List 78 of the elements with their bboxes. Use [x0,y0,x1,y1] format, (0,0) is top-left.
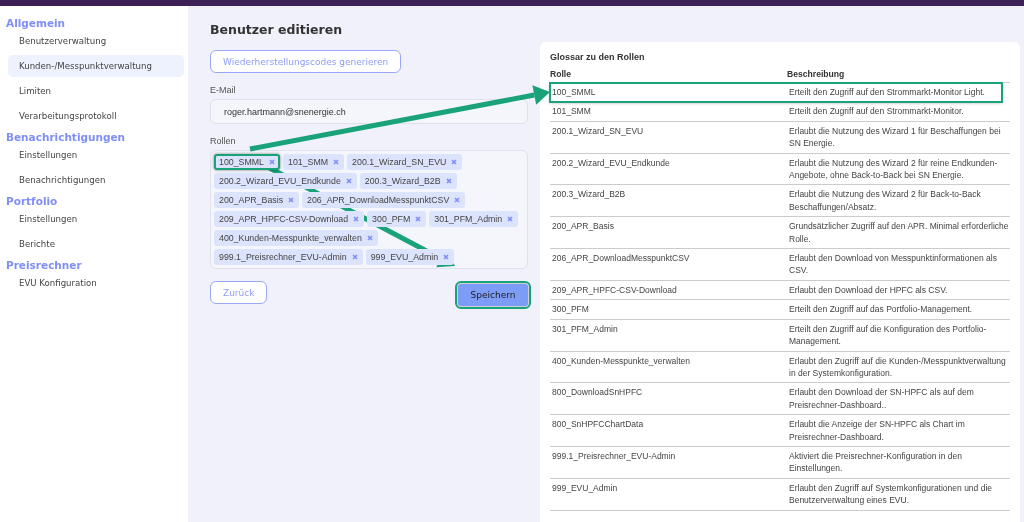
remove-icon[interactable] [345,178,352,184]
remove-icon[interactable] [445,178,452,184]
save-button[interactable]: Speichern [458,284,528,306]
remove-icon[interactable] [451,159,458,165]
sidebar-item[interactable]: Berichte [8,233,184,255]
description-cell-text: Erteilt den Zugriff auf den Strommarkt-Monitor. [788,105,965,119]
role-cell-text: 800_SnHPFCChartData [551,418,645,432]
sidebar-heading: Benachrichtigungen [6,130,127,144]
remove-icon[interactable] [454,197,461,203]
remove-icon[interactable] [415,216,422,222]
column-header: Beschreibung [787,69,1010,83]
role-label: 101_SMM [288,157,329,167]
page-title: Benutzer editieren [210,22,344,37]
role-cell-text: 200.3_Wizard_B2B [551,188,627,202]
role-cell-text: 206_APR_DownloadMesspunktCSV [551,252,691,266]
sidebar-item[interactable]: Kunden-/Messpunktverwaltung [8,55,184,77]
role-label: 200.1_Wizard_SN_EVU [352,157,447,167]
remove-icon[interactable] [288,197,295,203]
description-cell-text: Erlaubt den Download der SN-HPFC als auf dem Preisrechner-Dashboard.. [788,386,975,412]
role-label: 300_PFM [372,214,411,224]
roles-field[interactable] [210,150,528,269]
description-cell-text: Erlaubt den Zugriff auf Systemkonfigurationen und die Benutzerverwaltung eines EVU. [788,481,994,508]
role-label: 999.1_Preisrechner_EVU-Admin [219,252,347,262]
description-cell-text: Erlaubt den Zugriff auf die Kunden-/Messpunktverwaltung in der Systemkonfiguration. [788,354,1007,380]
description-cell-text: Erlaubt den Download von Messpunktinformationen als CSV. [788,252,998,278]
description-cell-text: Grundsätzlicher Zugriff auf den APR. Minimal erforderliche Rolle. [788,220,1010,246]
description-cell-text: Erlaubt die Nutzung des Wizard 1 für Beschaffungen bei SN Energie. [788,124,1002,151]
role-cell-text: 301_PFM_Admin [551,322,619,336]
role-cell-text: 100_SMML [551,86,597,99]
remove-icon[interactable] [507,216,514,222]
sidebar-item[interactable]: Einstellungen [8,144,184,166]
remove-icon[interactable] [333,159,340,165]
role-label: 400_Kunden-Messpunkte_verwalten [219,233,362,243]
remove-icon[interactable] [443,254,450,260]
sidebar-item[interactable]: Limiten [8,80,184,102]
sidebar-item[interactable]: Verarbeitungsprotokoll [8,105,184,127]
role-cell-text: 999.1_Preisrechner_EVU-Admin [551,449,677,463]
role-cell-text: 400_Kunden-Messpunkte_verwalten [551,354,691,368]
role-label: 200_APR_Basis [219,195,284,205]
remove-icon[interactable] [269,159,275,165]
remove-icon[interactable] [366,235,373,241]
description-cell-text: Erlaubt den Download der HPFC als CSV. [788,283,949,297]
description-cell-text: Erlaubt die Nutzung des Wizard 2 für reine Endkunden-Angebote, ohne Back-to-Back bei SN Energie. [788,156,999,183]
role-cell-text: 200.1_Wizard_SN_EVU [551,124,645,138]
email-label: E-Mail [210,85,237,95]
role-label: 200.2_Wizard_EVU_Endkunde [219,176,341,186]
glossary-title: Glossar zu den Rollen [550,52,646,62]
description-cell-text: Erlaubt die Nutzung des Wizard 2 für Back-to-Back Beschaffungen/Absatz. [788,188,982,214]
sidebar-item[interactable]: Benachrichtigungen [8,169,184,191]
email-field[interactable]: roger.hartmann@snenergie.ch [210,99,528,124]
description-cell-text: Erlaubt die Anzeige der SN-HPFC als Chart im Preisrechner-Dashboard. [788,418,966,444]
role-cell-text: 999_EVU_Admin [551,481,619,495]
role-label: 999_EVU_Admin [370,252,439,262]
sidebar-item[interactable]: Einstellungen [8,208,184,230]
sidebar-item[interactable]: Benutzerverwaltung [8,30,184,52]
column-header: Rolle [550,69,787,83]
description-cell-text: Erteilt den Zugriff auf die Konfiguration des Portfolio-Management. [788,322,988,349]
roles-label: Rollen [210,136,237,146]
role-cell-text: 101_SMM [551,105,592,119]
role-label: 200.3_Wizard_B2B [364,176,441,186]
sidebar-heading: Allgemein [6,16,67,30]
sidebar-heading: Portfolio [6,194,59,208]
role-cell-text: 200.2_Wizard_EVU_Endkunde [551,156,671,170]
role-cell-text: 800_DownloadSnHPFC [551,386,644,400]
sidebar-item[interactable]: EVU Konfiguration [8,272,184,294]
description-cell-text: Aktiviert die Preisrechner-Konfiguration in den Einstellungen. [788,449,963,476]
description-cell-text: Erteilt den Zugriff auf den Strommarkt-Monitor Light. [788,86,986,99]
role-label: 206_APR_DownloadMesspunktCSV [307,195,450,205]
remove-icon[interactable] [351,254,358,260]
sidebar-heading: Preisrechner [6,258,83,272]
role-label: 209_APR_HPFC-CSV-Download [219,214,349,224]
role-cell-text: 209_APR_HPFC-CSV-Download [551,283,678,297]
role-cell-text: 200_APR_Basis [551,220,615,234]
role-label: 301_PFM_Admin [434,214,503,224]
description-cell-text: Erteilt den Zugriff auf das Portfolio-Management. [788,303,974,317]
role-label: 100_SMML [219,157,264,167]
remove-icon[interactable] [353,216,360,222]
role-cell-text: 300_PFM [551,303,590,317]
